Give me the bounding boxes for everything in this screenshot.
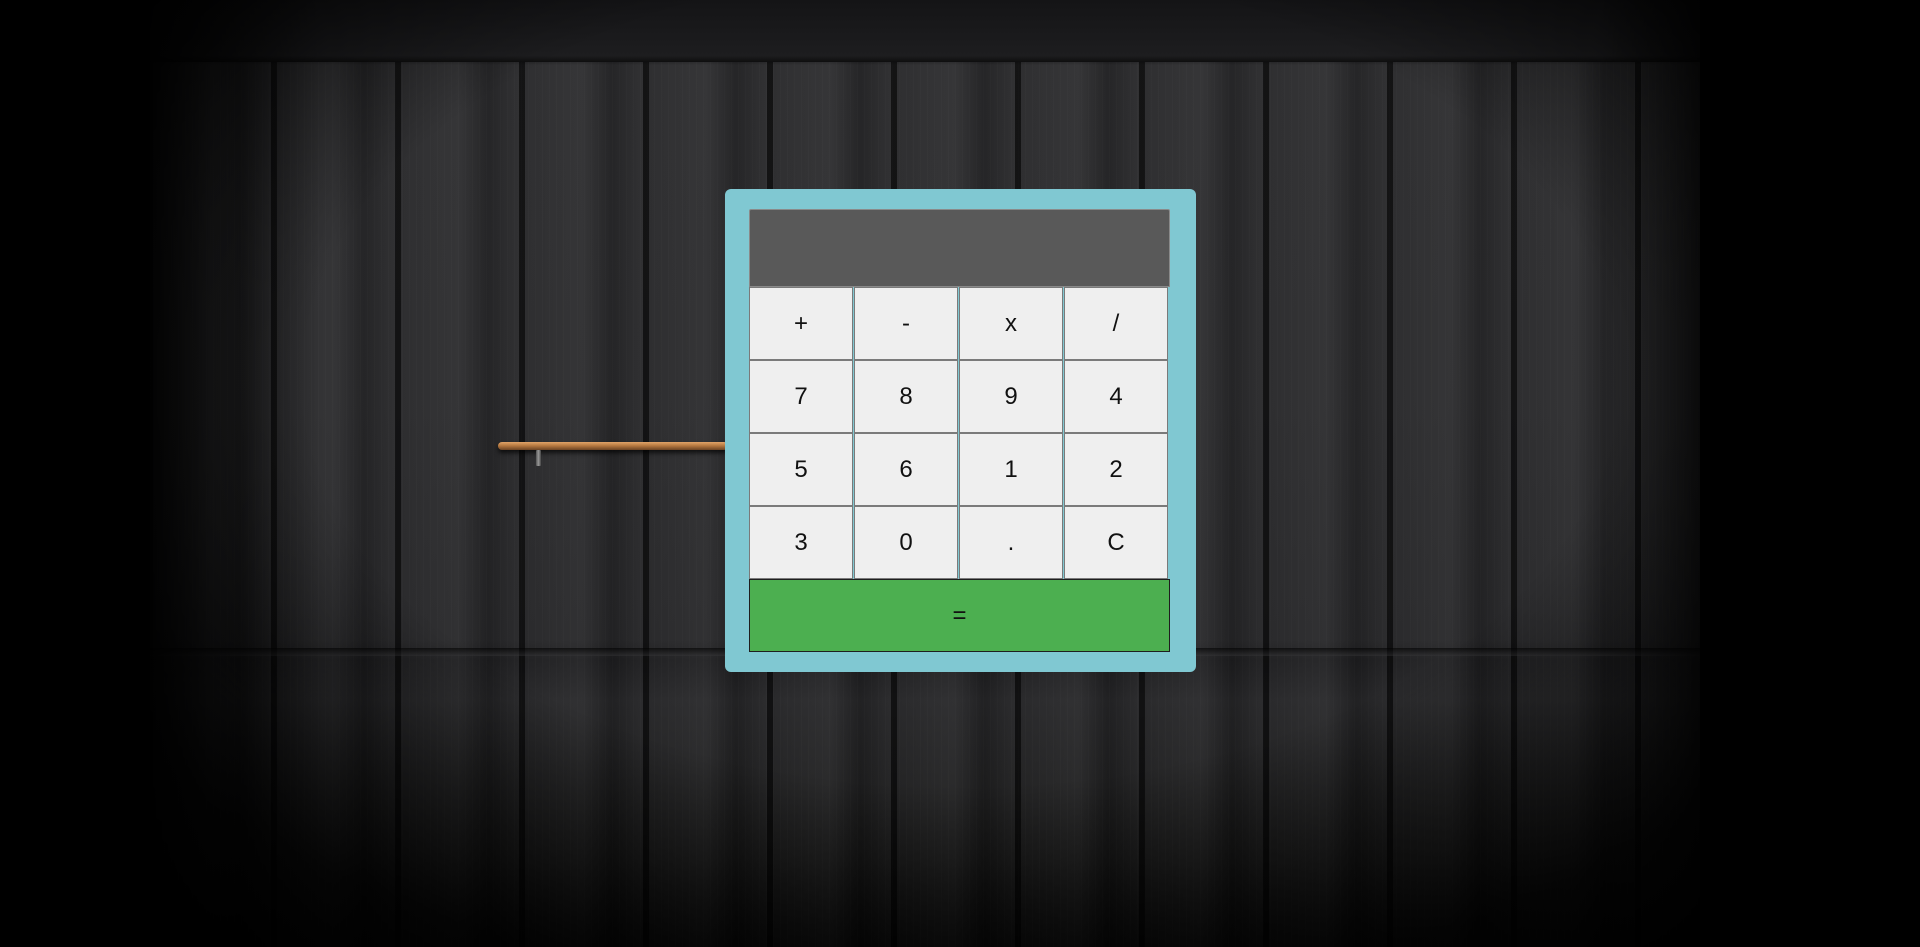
digit-0-button[interactable]: 0 bbox=[854, 506, 958, 579]
decimal-button[interactable]: . bbox=[959, 506, 1063, 579]
digit-3-button[interactable]: 3 bbox=[749, 506, 853, 579]
subtract-button[interactable]: - bbox=[854, 287, 958, 360]
digit-5-button[interactable]: 5 bbox=[749, 433, 853, 506]
calculator: + - x / 7 8 9 4 5 6 1 2 3 0 . C = bbox=[725, 189, 1196, 672]
keypad: + - x / 7 8 9 4 5 6 1 2 3 0 . C = bbox=[749, 287, 1170, 652]
digit-8-button[interactable]: 8 bbox=[854, 360, 958, 433]
rod-bracket bbox=[536, 450, 541, 466]
equals-button[interactable]: = bbox=[749, 579, 1170, 652]
ceiling bbox=[150, 0, 1700, 62]
digit-4-button[interactable]: 4 bbox=[1064, 360, 1168, 433]
digit-7-button[interactable]: 7 bbox=[749, 360, 853, 433]
digit-9-button[interactable]: 9 bbox=[959, 360, 1063, 433]
add-button[interactable]: + bbox=[749, 287, 853, 360]
calculator-display bbox=[749, 209, 1170, 287]
divide-button[interactable]: / bbox=[1064, 287, 1168, 360]
multiply-button[interactable]: x bbox=[959, 287, 1063, 360]
copper-rod bbox=[498, 442, 728, 450]
digit-6-button[interactable]: 6 bbox=[854, 433, 958, 506]
digit-2-button[interactable]: 2 bbox=[1064, 433, 1168, 506]
digit-1-button[interactable]: 1 bbox=[959, 433, 1063, 506]
clear-button[interactable]: C bbox=[1064, 506, 1168, 579]
